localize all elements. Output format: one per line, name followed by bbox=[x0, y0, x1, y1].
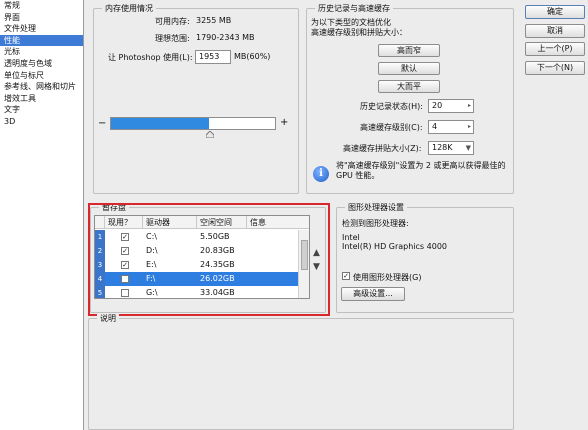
use-gpu-label: 使用图形处理器(G) bbox=[353, 273, 422, 282]
nav-item-plugins[interactable]: 增效工具 bbox=[0, 93, 83, 105]
nav-item-file-handling[interactable]: 文件处理 bbox=[0, 23, 83, 35]
gpu-model: Intel(R) HD Graphics 4000 bbox=[342, 242, 448, 251]
memory-use-unit: MB(60%) bbox=[234, 52, 271, 61]
available-memory-value: 3255 MB bbox=[196, 16, 232, 25]
memory-usage-title: 内存使用情况 bbox=[102, 3, 156, 14]
memory-use-input[interactable]: 1953 bbox=[195, 50, 231, 64]
ideal-range-label: 理想范围: bbox=[155, 34, 190, 43]
cancel-button[interactable]: 取消 bbox=[525, 24, 585, 38]
nav-item-type[interactable]: 文字 bbox=[0, 104, 83, 116]
gpu-vendor: Intel bbox=[342, 233, 360, 242]
cache-tile-size-select[interactable]: 128K ▼ bbox=[428, 141, 474, 155]
history-cache-title: 历史记录与高速缓存 bbox=[315, 3, 393, 14]
nav-item-general[interactable]: 常规 bbox=[0, 0, 83, 12]
cache-tile-size-label: 高速缓存拼贴大小(Z): bbox=[343, 144, 422, 153]
memory-slider-track[interactable] bbox=[110, 117, 276, 130]
history-states-input[interactable]: 20 ▸ bbox=[428, 99, 474, 113]
nav-item-interface[interactable]: 界面 bbox=[0, 12, 83, 24]
nav-item-units-rulers[interactable]: 单位与标尺 bbox=[0, 70, 83, 82]
next-button[interactable]: 下一个(N) bbox=[525, 61, 585, 75]
annotation-highlight-box bbox=[88, 203, 330, 316]
slider-plus[interactable]: + bbox=[280, 117, 288, 128]
nav-item-3d[interactable]: 3D bbox=[0, 116, 83, 128]
optimize-desc-line2: 高速缓存级别和拼贴大小： bbox=[311, 28, 407, 37]
chevron-down-icon: ▼ bbox=[465, 144, 471, 152]
default-button[interactable]: 默认 bbox=[378, 62, 440, 75]
ideal-range-value: 1790-2343 MB bbox=[196, 33, 255, 42]
big-flat-button[interactable]: 大而平 bbox=[378, 80, 440, 93]
description-group: 说明 bbox=[88, 313, 514, 430]
description-title: 说明 bbox=[97, 313, 119, 324]
memory-slider-thumb[interactable] bbox=[205, 130, 215, 139]
previous-button[interactable]: 上一个(P) bbox=[525, 42, 585, 56]
spinner-arrow-icon: ▸ bbox=[467, 102, 471, 109]
nav-item-performance[interactable]: 性能 bbox=[0, 34, 83, 47]
photoshop-use-label: 让 Photoshop 使用(L): bbox=[108, 53, 193, 62]
info-icon: i bbox=[313, 166, 329, 182]
history-states-value: 20 bbox=[432, 101, 443, 110]
spinner-arrow-icon: ▸ bbox=[467, 123, 471, 130]
gpu-detected-label: 检测到图形处理器: bbox=[342, 219, 409, 228]
cache-levels-input[interactable]: 4 ▸ bbox=[428, 120, 474, 134]
tall-thin-button[interactable]: 高而窄 bbox=[378, 44, 440, 57]
gpu-settings-title: 图形处理器设置 bbox=[345, 202, 407, 213]
ok-button[interactable]: 确定 bbox=[525, 5, 585, 19]
cache-levels-value: 4 bbox=[432, 122, 438, 131]
nav-item-cursors[interactable]: 光标 bbox=[0, 46, 83, 58]
nav-item-guides-grid[interactable]: 参考线、网格和切片 bbox=[0, 81, 83, 93]
advanced-settings-button[interactable]: 高级设置... bbox=[341, 287, 405, 301]
history-states-label: 历史记录状态(H): bbox=[360, 102, 423, 111]
gpu-note-line2: GPU 性能。 bbox=[336, 171, 380, 180]
cache-levels-label: 高速缓存级别(C): bbox=[360, 123, 423, 132]
available-memory-label: 可用内存: bbox=[155, 17, 190, 26]
nav-item-transparency[interactable]: 透明度与色域 bbox=[0, 58, 83, 70]
slider-minus[interactable]: − bbox=[98, 118, 106, 129]
memory-slider-fill bbox=[111, 118, 210, 129]
preferences-nav: 常规 界面 文件处理 性能 光标 透明度与色域 单位与标尺 参考线、网格和切片 … bbox=[0, 0, 84, 430]
cache-tile-size-value: 128K bbox=[432, 143, 453, 152]
use-gpu-checkbox[interactable]: ✓ bbox=[342, 272, 350, 280]
